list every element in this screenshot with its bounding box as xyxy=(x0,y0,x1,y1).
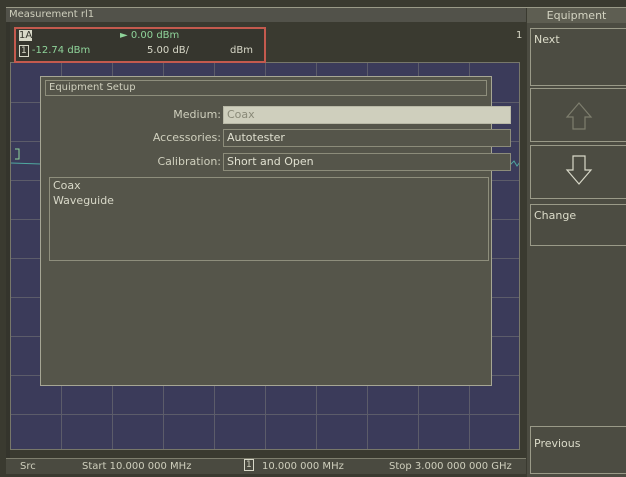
trace-label: 1A xyxy=(19,30,33,41)
softkey-panel-title: Equipment xyxy=(527,8,626,23)
unit-value: dBm xyxy=(230,45,253,56)
stop-frequency: Stop 3.000 000 000 GHz xyxy=(389,461,512,472)
marker-frequency: 10.000 000 MHz xyxy=(262,461,344,472)
option-coax[interactable]: Coax xyxy=(50,178,488,193)
source-label: Src xyxy=(20,461,36,472)
calibration-label: Calibration: xyxy=(157,155,221,168)
medium-field[interactable]: Coax xyxy=(223,106,511,124)
calibration-field[interactable]: Short and Open xyxy=(223,153,511,171)
softkey-panel: Equipment Next Change Previous xyxy=(527,8,626,477)
window-title: Measurement rl1 xyxy=(6,8,526,22)
medium-label: Medium: xyxy=(173,108,221,121)
channel-badge: 1 xyxy=(516,30,523,41)
arrow-up-icon xyxy=(565,102,593,130)
marker-value: -12.74 dBm xyxy=(31,45,91,56)
options-list[interactable]: Coax Waveguide xyxy=(49,177,489,261)
equipment-setup-dialog[interactable]: Equipment Setup Medium: Coax Accessories… xyxy=(40,76,511,386)
accessories-label: Accessories: xyxy=(152,131,221,144)
arrow-down-icon xyxy=(565,155,593,185)
accessories-field[interactable]: Autotester xyxy=(223,129,511,147)
up-arrow-button[interactable] xyxy=(530,88,626,142)
marker-readout[interactable]: 1A ► 0.00 dBm 1 -12.74 dBm 5.00 dB/ dBm xyxy=(14,27,266,63)
scale-value: 5.00 dB/ xyxy=(147,45,190,56)
down-arrow-button[interactable] xyxy=(530,145,626,199)
previous-button[interactable]: Previous xyxy=(530,426,626,474)
trace-number-badge: 1 xyxy=(19,45,29,57)
reference-marker xyxy=(15,148,20,160)
option-waveguide[interactable]: Waveguide xyxy=(50,193,488,208)
start-frequency: Start 10.000 000 MHz xyxy=(82,461,192,472)
dialog-title: Equipment Setup xyxy=(45,80,487,96)
status-bar: Src Start 10.000 000 MHz 1 10.000 000 MH… xyxy=(6,458,526,474)
change-label: Change xyxy=(534,209,577,222)
window-title-text: Measurement rl1 xyxy=(9,9,95,20)
previous-label: Previous xyxy=(534,437,581,450)
next-button[interactable]: Next xyxy=(530,28,626,86)
reference-value: 0.00 dBm xyxy=(130,30,180,41)
next-label: Next xyxy=(534,33,560,46)
marker-number-badge: 1 xyxy=(244,459,254,471)
change-button[interactable]: Change xyxy=(530,204,626,246)
